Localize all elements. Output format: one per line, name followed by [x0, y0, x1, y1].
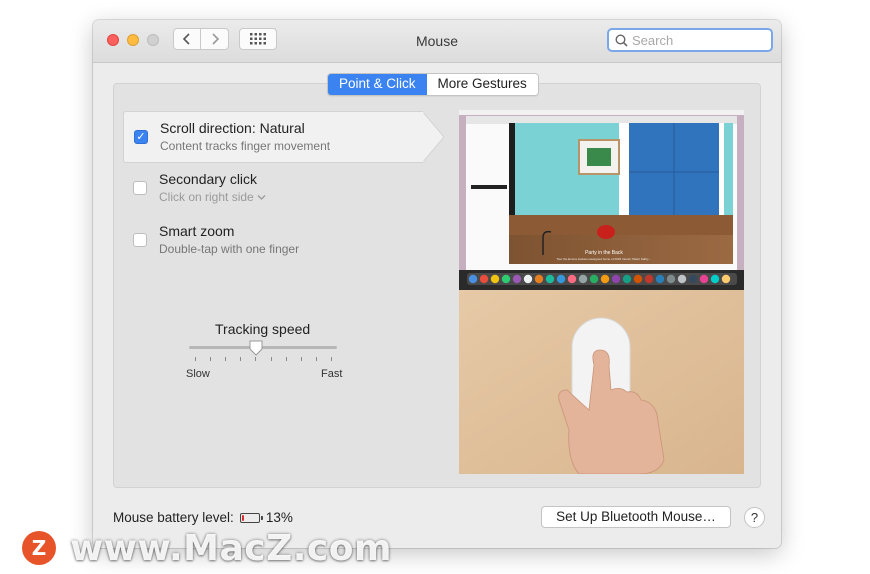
help-button[interactable]: ? [744, 507, 765, 528]
dock-app-icon [710, 274, 720, 284]
search-field[interactable]: Search [607, 28, 773, 52]
smart-zoom-checkbox[interactable] [133, 233, 147, 247]
search-placeholder: Search [632, 32, 674, 48]
slider-tick [195, 357, 196, 361]
slider-min-label: Slow [186, 368, 210, 380]
tab-more-gestures[interactable]: More Gestures [426, 74, 538, 95]
dock-app-icon [600, 274, 610, 284]
dock-app-icon [622, 274, 632, 284]
red-object [597, 225, 615, 239]
slider-tick [210, 357, 212, 361]
dock-app-icon [545, 274, 555, 284]
watermark: Z www.MacZ.com [22, 527, 392, 569]
slider-tick [315, 357, 317, 361]
slider-thumb[interactable] [249, 340, 263, 356]
scroll-direction-checkbox[interactable]: ✓ [134, 130, 148, 144]
option-smart-zoom[interactable]: Smart zoom Double-tap with one finger [123, 215, 443, 267]
search-icon [615, 33, 628, 47]
dock-app-icon [534, 274, 544, 284]
title-bar: Mouse Search [93, 20, 781, 63]
option-title: Smart zoom [159, 223, 235, 239]
battery-percent: 13% [265, 510, 293, 525]
watermark-logo: Z [22, 531, 56, 565]
tracking-speed-label: Tracking speed [215, 321, 311, 337]
dock-app-icon [512, 274, 522, 284]
slider-tick [331, 357, 332, 361]
tab-point-and-click[interactable]: Point & Click [328, 74, 427, 95]
gesture-preview-video: Party in the Back Tour the Emma Jackson-… [459, 110, 744, 474]
preview-caption-title: Party in the Back [585, 250, 623, 256]
selection-arrow [422, 111, 444, 163]
slider-max-label: Fast [321, 368, 343, 380]
slider-tick [240, 357, 242, 361]
dock-app-icon [589, 274, 599, 284]
battery-label: Mouse battery level: [113, 510, 234, 525]
dock-app-icon [501, 274, 511, 284]
dock-app-icon [666, 274, 676, 284]
dock-app-icon [468, 274, 478, 284]
slider-tick [300, 357, 302, 361]
secondary-click-dropdown[interactable]: Click on right side [159, 190, 266, 204]
tab-bar: Point & Click More Gestures [327, 73, 539, 96]
battery-status: Mouse battery level: 13% [113, 510, 293, 525]
dock-app-icon [688, 274, 698, 284]
slider-tick [255, 357, 257, 361]
setup-bluetooth-mouse-button[interactable]: Set Up Bluetooth Mouse… [541, 506, 731, 528]
slider-tick [270, 357, 272, 361]
dock-app-icon [567, 274, 577, 284]
option-subtitle: Click on right side [159, 190, 254, 204]
dock-app-icon [578, 274, 588, 284]
preview-caption-sub: Tour the Emma Jackson-designed home of 2… [557, 257, 652, 261]
dock-app-icon [490, 274, 500, 284]
dock-app-icon [556, 274, 566, 284]
option-scroll-direction[interactable]: ✓ Scroll direction: Natural Content trac… [123, 111, 423, 163]
dock-app-icon [611, 274, 621, 284]
tracking-speed-slider[interactable] [189, 346, 337, 349]
option-title: Secondary click [159, 171, 258, 187]
chevron-down-icon [257, 195, 266, 200]
dock-app-icon [677, 274, 687, 284]
dock-app-icon [479, 274, 489, 284]
slider-tick [225, 357, 227, 361]
option-title: Scroll direction: Natural [160, 120, 305, 136]
option-secondary-click[interactable]: Secondary click Click on right side [123, 163, 443, 215]
watermark-text: www.MacZ.com [70, 527, 392, 569]
secondary-click-checkbox[interactable] [133, 181, 147, 195]
option-subtitle: Content tracks finger movement [160, 139, 331, 153]
battery-icon [239, 512, 263, 523]
dock-app-icon [699, 274, 709, 284]
option-subtitle: Double-tap with one finger [159, 242, 300, 256]
dock-app-icon [721, 274, 731, 284]
dock-app-icon [644, 274, 654, 284]
dock-app-icon [523, 274, 533, 284]
dock-app-icon [633, 274, 643, 284]
slider-tick [285, 357, 287, 361]
dock-app-icon [655, 274, 665, 284]
preferences-window: Mouse Search Point & Click More Gestures… [93, 20, 781, 548]
battery-level-fill [241, 514, 244, 521]
